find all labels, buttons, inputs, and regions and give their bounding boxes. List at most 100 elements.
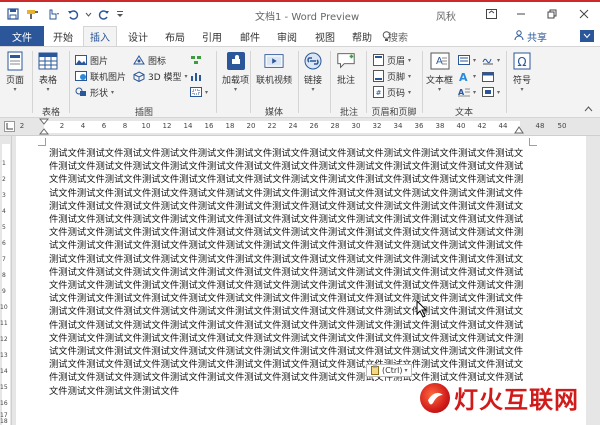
online-picture-label: 联机图片 [90, 72, 127, 83]
margin-corner-mark [529, 138, 537, 146]
wordart-button[interactable]: A ▾ [458, 69, 476, 83]
group-separator [69, 51, 70, 113]
vruler-number: 2 [2, 176, 6, 183]
paste-options-button[interactable]: (Ctrl) ▾ [366, 364, 412, 377]
vruler-number: 6 [2, 240, 6, 247]
vruler-number: 7 [2, 256, 6, 263]
table-button[interactable]: 表格 ▾ [38, 51, 58, 93]
group-separator [330, 51, 331, 113]
clipboard-icon [370, 365, 380, 377]
margin-corner-mark [38, 138, 46, 146]
object-button[interactable]: ▾ [482, 85, 500, 99]
vruler-number: 14 [0, 368, 8, 375]
paste-options-label: (Ctrl) [382, 366, 403, 375]
footer-button[interactable]: 页脚 ▾ [372, 69, 411, 83]
svg-text:#: # [375, 89, 381, 97]
chevron-down-icon: ▾ [497, 88, 501, 96]
chart-button[interactable] [190, 69, 202, 83]
chevron-down-icon: ▾ [13, 86, 17, 93]
undo-icon[interactable] [64, 6, 81, 22]
online-picture-button[interactable]: 联机图片 [75, 69, 126, 83]
search-label: 搜索 [388, 33, 408, 44]
save-icon[interactable] [4, 6, 21, 22]
group-separator [298, 51, 299, 113]
redo-icon[interactable] [95, 6, 112, 22]
header-button[interactable]: 页眉 ▾ [372, 53, 411, 67]
ruler-number: 10 [141, 122, 151, 130]
addins-label: 加载项 [222, 76, 250, 86]
header-icon [372, 54, 384, 66]
ruler-number: 28 [330, 122, 340, 130]
minimize-icon[interactable] [512, 6, 530, 22]
icons-button[interactable]: 图标 [133, 53, 166, 67]
signature-line-button[interactable]: ▾ [482, 53, 500, 67]
touch-mode-icon[interactable] [44, 6, 61, 22]
omega-icon: Ω [512, 51, 532, 71]
drop-cap-icon: A [458, 86, 470, 98]
horizontal-ruler[interactable]: 2 2 4 6 8 10 12 14 16 18 20 22 24 26 28 … [0, 118, 600, 136]
online-video-button[interactable]: 联机视频 [256, 51, 292, 86]
collapse-ribbon-icon[interactable] [584, 105, 593, 115]
textbox-button[interactable]: A 文本框 ▾ [426, 51, 453, 93]
tab-review[interactable]: 审阅 [271, 26, 303, 46]
close-icon[interactable] [575, 6, 593, 22]
vertical-ruler[interactable]: 1 2 3 4 5 6 7 8 9 10 11 12 13 14 15 16 1… [0, 136, 12, 425]
wordart-icon: A [458, 70, 470, 82]
group-label-media: 媒体 [264, 108, 283, 118]
tab-design[interactable]: 设计 [122, 26, 154, 46]
tab-mailings[interactable]: 邮件 [234, 26, 266, 46]
chevron-down-icon: ▾ [438, 86, 442, 93]
user-name[interactable]: 风秋 [436, 8, 456, 23]
tab-view[interactable]: 视图 [309, 26, 341, 46]
document-body[interactable]: 测试文件测试文件测试文件测试文件测试文件测试文件测试文件测试文件测试文件测试文件… [49, 147, 527, 398]
tab-home[interactable]: 开始 [47, 26, 79, 46]
symbols-button[interactable]: Ω 符号 ▾ [512, 51, 532, 93]
share-button[interactable]: 共享 [514, 29, 547, 44]
pages-button[interactable]: 页面 ▾ [5, 51, 25, 93]
date-time-button[interactable] [482, 69, 494, 83]
calendar-icon [482, 70, 494, 82]
tab-selector[interactable] [4, 121, 15, 132]
vruler-number: 11 [0, 320, 8, 327]
ruler-text-area [44, 121, 520, 133]
model-3d-label: 3D 模型 [148, 72, 182, 83]
search-box[interactable]: 搜索 [388, 29, 408, 44]
document-title: 文档1 - Word Preview [255, 12, 360, 23]
chevron-down-icon[interactable] [84, 6, 92, 22]
model-3d-button[interactable]: 3D 模型 ▾ [133, 69, 188, 83]
vruler-number: 8 [2, 272, 6, 279]
shapes-button[interactable]: 形状 ▾ [75, 85, 114, 99]
smartart-button[interactable] [190, 53, 202, 67]
chevron-down-icon[interactable] [580, 30, 594, 42]
chevron-down-icon: ▾ [408, 72, 412, 80]
ruler-number: 2 [59, 122, 65, 130]
comment-button[interactable]: 批注 [336, 51, 356, 86]
page-number-label: 页码 [387, 88, 406, 99]
tab-help[interactable]: 帮助 [346, 26, 378, 46]
shapes-icon [75, 86, 87, 98]
format-painter-icon[interactable] [24, 6, 41, 22]
tab-file[interactable]: 文件 [0, 26, 44, 46]
vruler-number: 5 [2, 224, 6, 231]
ribbon-display-options-icon[interactable] [482, 6, 500, 22]
tab-insert[interactable]: 插入 [83, 26, 117, 46]
cube-icon [133, 70, 145, 82]
pages-label: 页面 [5, 76, 24, 86]
page-icon [5, 51, 25, 71]
picture-button[interactable]: 图片 [75, 53, 108, 67]
addins-button[interactable]: 加载项 ▾ [222, 51, 249, 93]
chevron-down-icon: ▾ [473, 88, 477, 96]
links-button[interactable]: 链接 ▾ [303, 51, 323, 93]
tab-references[interactable]: 引用 [196, 26, 228, 46]
chevron-down-icon: ▾ [497, 56, 501, 64]
tab-layout[interactable]: 布局 [159, 26, 191, 46]
screenshot-button[interactable]: ▾ [190, 85, 208, 99]
online-video-label: 联机视频 [256, 76, 293, 86]
quick-parts-button[interactable]: ▾ [458, 53, 476, 67]
customize-toolbar-icon[interactable] [115, 6, 125, 22]
page-number-button[interactable]: # 页码 ▾ [372, 85, 411, 99]
drop-cap-button[interactable]: A ▾ [458, 85, 476, 99]
textbox-label: 文本框 [426, 76, 454, 86]
footer-label: 页脚 [387, 72, 406, 83]
restore-icon[interactable] [543, 6, 561, 22]
